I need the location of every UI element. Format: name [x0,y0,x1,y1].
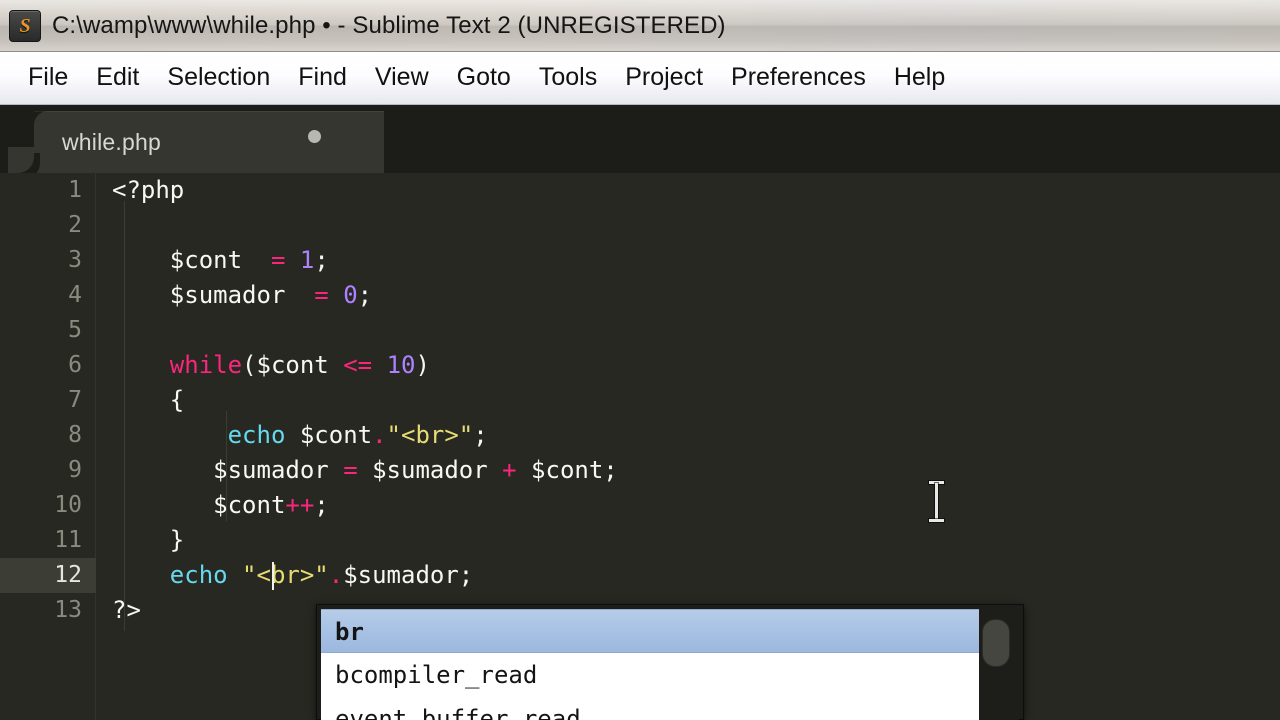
code-line-7: { [112,383,184,418]
code-line-13: ?> [112,593,141,628]
i-beam-cursor-icon [929,479,944,525]
line-number-9: 9 [22,453,82,488]
line-number-5: 5 [22,313,82,348]
line-number-12: 12 [22,558,82,593]
code-line-12: echo "<br>".$sumador; [112,558,473,593]
tab-label: while.php [62,129,161,156]
code-line-10: $cont++; [112,488,329,523]
line-number-7: 7 [22,383,82,418]
tab-while-php[interactable]: while.php [34,111,384,173]
autocomplete-list[interactable]: br bcompiler_read event_buffer_read [321,609,981,720]
menu-item-project[interactable]: Project [611,61,717,96]
sublime-text-window: S C:\wamp\www\while.php • - Sublime Text… [0,0,1280,720]
autocomplete-item-2-label: event_buffer_read [335,705,581,720]
app-icon-glyph: S [19,16,30,36]
line-number-11: 11 [22,523,82,558]
tab-dirty-indicator-icon[interactable] [308,130,321,143]
line-number-10: 10 [22,488,82,523]
code-line-8: echo $cont."<br>"; [112,418,488,453]
menu-item-selection[interactable]: Selection [153,61,284,96]
text-caret [272,562,274,590]
line-number-6: 6 [22,348,82,383]
title-bar: S C:\wamp\www\while.php • - Sublime Text… [0,0,1280,52]
menu-item-tools[interactable]: Tools [525,61,611,96]
tab-highlight [34,111,384,112]
menu-item-goto[interactable]: Goto [443,61,525,96]
menu-bar: File Edit Selection Find View Goto Tools… [0,52,1280,105]
line-number-1: 1 [22,173,82,208]
line-number-gutter: 1 2 3 4 5 6 7 8 9 10 11 12 13 [0,173,96,720]
code-line-3: $cont = 1; [112,243,329,278]
menu-item-preferences[interactable]: Preferences [717,61,880,96]
line-number-2: 2 [22,208,82,243]
autocomplete-item-event-buffer-read[interactable]: event_buffer_read [321,697,981,720]
autocomplete-item-0-label: br [335,618,364,646]
autocomplete-item-bcompiler-read[interactable]: bcompiler_read [321,653,981,697]
line-number-4: 4 [22,278,82,313]
code-line-4: $sumador = 0; [112,278,372,313]
line-number-3: 3 [22,243,82,278]
menu-item-file[interactable]: File [14,61,82,96]
tab-bar: while.php [0,105,1280,173]
window-title: C:\wamp\www\while.php • - Sublime Text 2… [52,12,726,40]
menu-item-find[interactable]: Find [284,61,361,96]
autocomplete-popup[interactable]: br bcompiler_read event_buffer_read [316,604,1024,720]
autocomplete-scrollbar-thumb[interactable] [982,619,1010,667]
code-line-9: $sumador = $sumador + $cont; [112,453,618,488]
menu-item-help[interactable]: Help [880,61,959,96]
code-line-1: <?php [112,173,184,208]
menu-item-edit[interactable]: Edit [82,61,153,96]
sublime-text-icon: S [9,10,41,42]
menu-item-view[interactable]: View [361,61,443,96]
line-number-8: 8 [22,418,82,453]
code-line-6: while($cont <= 10) [112,348,430,383]
line-number-13: 13 [22,593,82,628]
autocomplete-item-1-label: bcompiler_read [335,661,537,689]
autocomplete-item-br[interactable]: br [321,609,981,653]
autocomplete-scrollbar[interactable] [979,609,1019,720]
code-line-11: } [112,523,184,558]
